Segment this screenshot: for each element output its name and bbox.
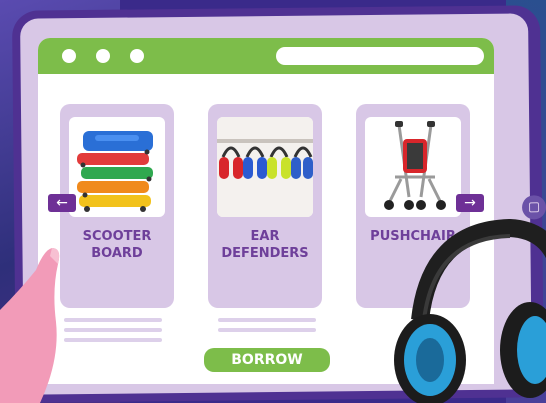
borrow-button[interactable]: BORROW bbox=[204, 348, 330, 372]
window-dot-1[interactable] bbox=[62, 49, 76, 63]
card-label-ear-defenders: EAR DEFENDERS bbox=[221, 229, 309, 261]
pushchair-image bbox=[365, 117, 461, 217]
window-dot-3[interactable] bbox=[130, 49, 144, 63]
browser-toolbar bbox=[38, 38, 494, 74]
headphones-illustration bbox=[394, 218, 546, 403]
carousel-card-ear-defenders[interactable]: EAR DEFENDERS bbox=[208, 104, 322, 308]
pointing-hand-illustration bbox=[0, 248, 60, 403]
address-bar[interactable] bbox=[276, 47, 484, 65]
scooter-board-image bbox=[69, 117, 165, 217]
ear-defenders-image bbox=[217, 117, 313, 217]
carousel-prev-arrow-icon[interactable]: ← bbox=[48, 194, 76, 212]
window-dot-2[interactable] bbox=[96, 49, 110, 63]
text-placeholder-line bbox=[218, 328, 316, 332]
text-placeholder-line bbox=[218, 318, 316, 322]
